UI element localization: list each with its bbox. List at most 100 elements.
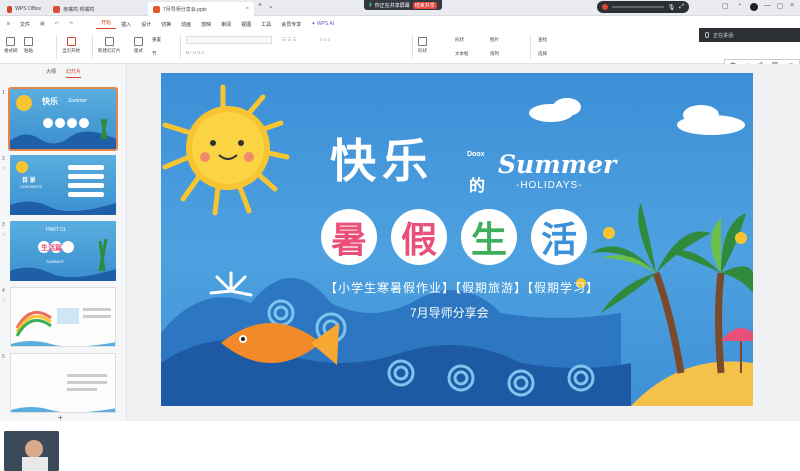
slide-thumbnail-4[interactable]	[10, 287, 116, 347]
expand-icon[interactable]: ⤢	[679, 4, 684, 11]
tab-wps-office[interactable]: WPS Office	[2, 2, 46, 16]
divider	[530, 35, 531, 59]
stop-share-button[interactable]: 结束共享	[412, 1, 437, 9]
camera-preview	[4, 431, 59, 471]
main-slide[interactable]: 快乐 的 Doox Summer -HOLIDAYS- 暑 假 生 活 【小学生…	[161, 73, 753, 406]
menu-animation[interactable]: 动画	[176, 21, 196, 28]
slide-number: 1	[2, 90, 5, 96]
thumb-2-title: 目 录	[22, 178, 36, 184]
chevron-down-icon[interactable]: ⌄	[268, 2, 274, 10]
align-group[interactable]: ≡ ≡ ≡	[320, 37, 330, 42]
paste-icon	[24, 37, 33, 46]
slide-summer: Summer	[498, 150, 617, 179]
doc-icon	[53, 5, 60, 13]
audio-level-bar	[612, 6, 664, 8]
minimize-icon[interactable]: —	[764, 2, 771, 9]
reset-button[interactable]: 重置	[152, 37, 161, 43]
maximize-icon[interactable]: ▢	[777, 2, 784, 10]
add-tab-icon[interactable]: +	[258, 2, 262, 9]
thumb-5-art	[11, 374, 115, 412]
mic-icon[interactable]: 🎙	[668, 4, 676, 11]
select-button[interactable]: 选择	[538, 51, 547, 57]
skin-icon[interactable]: ◔	[737, 2, 741, 9]
menu-file[interactable]: 文件	[15, 21, 35, 28]
textbox-button[interactable]: 文本框	[455, 51, 469, 57]
menu-transition[interactable]: 切换	[156, 21, 176, 28]
slide-number: 2	[2, 156, 5, 162]
shapes-button[interactable]: 形状	[418, 37, 427, 54]
mic-icon	[705, 32, 709, 38]
new-slide-button[interactable]: 新建幻灯片	[98, 37, 121, 54]
arrange-button[interactable]: 排列	[490, 51, 499, 57]
thumb-3-summer: SUMMER	[46, 259, 64, 264]
avatar[interactable]	[750, 3, 758, 11]
panel-tabs: 大纲 幻灯片	[0, 68, 127, 78]
slide-thumbnail-1[interactable]: 快乐 Summer	[8, 87, 118, 151]
menu-slideshow[interactable]: 放映	[196, 21, 216, 28]
slide-number: 5	[2, 354, 5, 360]
slide-thumbnail-panel: 大纲 幻灯片 1 快乐 Summer 2 ☆ 目 录 CONTENTS 3 ☆ …	[0, 64, 127, 471]
slide-title-de: 的	[469, 178, 486, 195]
find-button[interactable]: 查找	[538, 37, 547, 43]
menu-bar: ≡ 文件 ▣ ↶ ↷ 开始 插入 设计 切换 动画 放映 审阅 视图 工具 会员…	[0, 17, 800, 31]
format-painter-button[interactable]: 格式刷	[4, 37, 18, 54]
animation-star-icon: ☆	[2, 298, 7, 304]
tab-slides[interactable]: 幻灯片	[66, 68, 82, 78]
bold-italic-group[interactable]: B I U S A	[186, 50, 204, 55]
paste-button[interactable]: 粘贴	[24, 37, 33, 54]
tab-doc-2[interactable]: 亲嘴鸣 邦嘴鸣	[48, 2, 144, 16]
close-tab-icon[interactable]: ×	[245, 6, 249, 12]
paragraph-group[interactable]: ☰ ☰ ☰	[282, 37, 297, 43]
menu-tools[interactable]: 工具	[256, 21, 276, 28]
tab-pptx[interactable]: 7月导师分享会.pptx ×	[148, 2, 254, 16]
layout-icon	[134, 37, 143, 46]
slide-char-1: 暑	[321, 209, 377, 265]
layout-button[interactable]: 版式	[134, 37, 143, 54]
thumb-4-art	[11, 308, 115, 346]
redo-icon[interactable]: ↷	[64, 21, 78, 27]
menu-review[interactable]: 审阅	[216, 21, 236, 28]
menu-hamburger-icon[interactable]: ≡	[2, 21, 15, 27]
slide-char-3: 生	[461, 209, 517, 265]
slide-thumbnail-2[interactable]: 目 录 CONTENTS	[10, 155, 116, 215]
section-button[interactable]: 节	[152, 51, 157, 57]
ai-icon: ✦	[311, 21, 316, 27]
divider	[56, 35, 57, 59]
save-icon[interactable]: ▣	[35, 21, 50, 27]
close-window-icon[interactable]: ×	[790, 2, 794, 9]
slide-brand-logo: Doox	[467, 151, 485, 158]
menu-member[interactable]: 会员专享	[276, 21, 306, 28]
slide-background-art	[161, 84, 753, 406]
slide-thumbnail-3[interactable]: PART 01 生活篇 SUMMER	[10, 221, 116, 281]
record-icon	[602, 4, 608, 10]
menu-design[interactable]: 设计	[136, 21, 156, 28]
share-status-icon: ▮	[369, 2, 372, 8]
play-current-button[interactable]: 当页开始	[62, 37, 80, 54]
slide-share-title: 7月导师分享会	[410, 306, 489, 320]
slide-char-4: 活	[531, 209, 587, 265]
divider	[412, 35, 413, 59]
menu-insert[interactable]: 插入	[116, 21, 136, 28]
screen-share-banner: ▮ 你正在共享屏幕 结束共享	[364, 0, 442, 10]
tab-outline[interactable]: 大纲	[46, 68, 56, 78]
menu-home[interactable]: 开始	[96, 19, 117, 29]
shapes-dropdown[interactable]: 形状	[455, 37, 464, 43]
brush-icon	[6, 37, 16, 46]
font-name-select[interactable]	[186, 36, 272, 44]
picture-button[interactable]: 图片	[490, 37, 499, 43]
slide-subtitle: 【小学生寒暑假作业】【假期旅游】【假期学习】	[325, 281, 600, 295]
menu-view[interactable]: 视图	[236, 21, 256, 28]
slide-char-2: 假	[391, 209, 447, 265]
menu-wps-ai[interactable]: ✦ WPS AI	[306, 21, 339, 27]
window-mode-icon[interactable]: ▢	[722, 2, 729, 10]
undo-icon[interactable]: ↶	[50, 21, 64, 27]
slide-holidays: -HOLIDAYS-	[516, 180, 583, 191]
divider	[92, 35, 93, 59]
thumb-1-title: 快乐	[42, 97, 58, 106]
slide-title-main: 快乐	[330, 134, 434, 188]
thumb-1-summer: Summer	[68, 98, 87, 104]
slide-thumbnail-5[interactable]	[10, 353, 116, 413]
slide-number: 4	[2, 288, 5, 294]
wps-icon	[7, 5, 13, 13]
thumb-3-title: 生活篇	[41, 245, 62, 252]
